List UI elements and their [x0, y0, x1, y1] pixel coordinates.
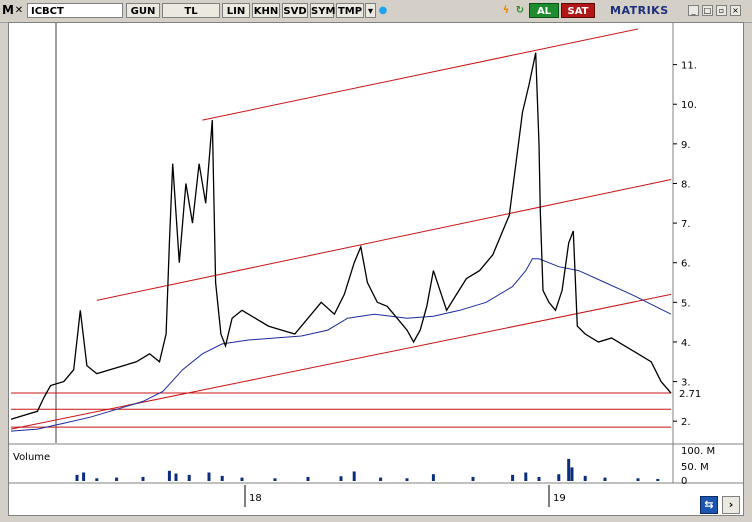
last-price-label: 2.71 [679, 389, 701, 400]
refresh-icon[interactable]: ↻ [514, 3, 526, 18]
volume-bar-19 [511, 474, 515, 481]
lightning-icon[interactable]: ϟ [500, 3, 512, 18]
status-bar [8, 493, 698, 515]
dropdown-arrow-icon[interactable]: ▾ [365, 3, 376, 18]
volume-bar-3 [115, 477, 119, 481]
price-chart[interactable]: 2. 3. 4. 5. 6. 7. 8. 9. 10. 11. 2.71 Volume 100. M 50… [9, 23, 743, 515]
volume-bar-7 [187, 474, 191, 481]
buy-button[interactable]: AL [529, 3, 559, 18]
volume-bar-28 [656, 478, 660, 481]
channel-line-1 [96, 179, 672, 301]
channel-line-0 [202, 28, 639, 121]
toolbar-button-tl[interactable]: TL [162, 3, 220, 18]
price-tick-label-7: 9. [681, 140, 691, 151]
volume-bar-27 [636, 478, 640, 481]
volume-tick-label-2: 0 [681, 476, 687, 487]
symbol-field[interactable]: ICBCT [27, 3, 123, 18]
close-window-icon[interactable]: × [730, 5, 741, 16]
sync-icon[interactable]: ⇆ [700, 496, 718, 514]
volume-bar-2 [95, 478, 99, 481]
volume-bar-12 [306, 476, 310, 481]
volume-bar-24 [570, 467, 574, 481]
moving-average-line [10, 258, 672, 432]
twitter-icon[interactable]: ● [377, 3, 389, 18]
volume-bar-13 [339, 476, 343, 481]
volume-tick-label-1: 50. M [681, 462, 709, 473]
toolbar: M ✕ ICBCT GUN TL LIN KHN SVD SYM TMP ▾ ●… [0, 0, 752, 23]
volume-bar-9 [220, 475, 224, 481]
price-tick-label-0: 2. [681, 417, 691, 428]
volume-bar-23 [567, 458, 571, 481]
volume-bar-5 [167, 470, 171, 481]
scroll-right-icon[interactable]: › [722, 496, 740, 514]
maximize-icon[interactable]: ▫ [716, 5, 727, 16]
price-tick-label-6: 8. [681, 179, 691, 190]
price-tick-label-1: 3. [681, 378, 691, 389]
price-tick-label-8: 10. [681, 100, 697, 111]
close-symbol-icon[interactable]: ✕ [14, 3, 24, 18]
price-tick-label-3: 5. [681, 298, 691, 309]
toolbar-button-gun[interactable]: GUN [126, 3, 160, 18]
restore-icon[interactable]: □ [702, 5, 713, 16]
volume-bar-20 [524, 472, 528, 481]
volume-bar-8 [207, 472, 211, 481]
price-tick-label-4: 6. [681, 259, 691, 270]
price-line [10, 52, 672, 420]
toolbar-button-khn[interactable]: KHN [252, 3, 280, 18]
menu-button[interactable]: M [2, 3, 14, 18]
volume-bar-25 [583, 475, 587, 481]
volume-bar-11 [273, 478, 277, 481]
volume-bar-15 [379, 477, 383, 481]
brand-logo: MATRIKS [610, 4, 669, 17]
minimize-icon[interactable]: _ [688, 5, 699, 16]
price-tick-label-9: 11. [681, 61, 697, 72]
volume-bar-22 [557, 474, 561, 481]
volume-bar-16 [405, 478, 409, 481]
volume-bar-1 [82, 472, 86, 481]
price-tick-label-5: 7. [681, 219, 691, 230]
volume-bar-0 [75, 474, 79, 481]
volume-bar-26 [603, 477, 607, 481]
sell-button[interactable]: SAT [561, 3, 595, 18]
toolbar-button-lin[interactable]: LIN [222, 3, 250, 18]
volume-bar-6 [174, 473, 178, 481]
volume-tick-label-0: 100. M [681, 446, 715, 457]
volume-bar-10 [240, 477, 244, 481]
price-tick-label-2: 4. [681, 338, 691, 349]
toolbar-button-tmp[interactable]: TMP [336, 3, 364, 18]
toolbar-button-sym[interactable]: SYM [310, 3, 335, 18]
volume-bar-4 [141, 476, 145, 481]
volume-bar-18 [471, 476, 475, 481]
chart-area[interactable]: 2. 3. 4. 5. 6. 7. 8. 9. 10. 11. 2.71 Volume 100. M 50… [8, 22, 744, 516]
toolbar-button-svd[interactable]: SVD [282, 3, 308, 18]
volume-bar-21 [537, 476, 541, 481]
volume-bar-17 [431, 474, 435, 481]
volume-label: Volume [13, 452, 50, 463]
volume-bar-14 [352, 471, 356, 481]
